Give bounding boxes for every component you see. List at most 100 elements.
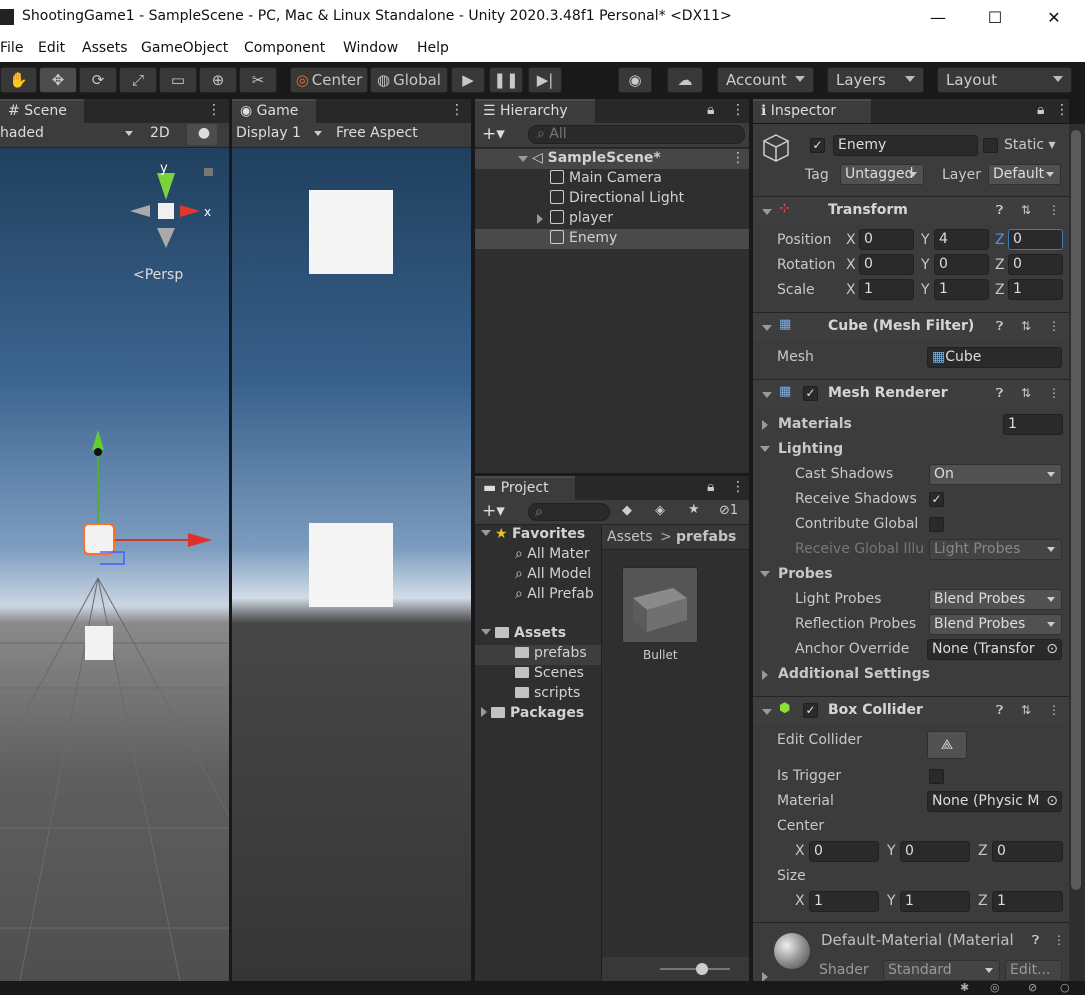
probes-label[interactable]: Probes: [778, 566, 833, 582]
static-dropdown[interactable]: Static ▾: [1004, 137, 1056, 153]
step-button[interactable]: ▶|: [528, 67, 562, 93]
breadcrumb-assets[interactable]: Assets: [607, 529, 653, 545]
box-collider-header[interactable]: ⬢ ✓ Box Collider ❓︎ ⇅ ⋮: [753, 696, 1069, 724]
enabled-checkbox[interactable]: ✓: [803, 703, 818, 718]
display-dropdown[interactable]: Display 1: [232, 124, 328, 145]
account-dropdown[interactable]: Account: [717, 67, 814, 93]
mesh-filter-header[interactable]: ▦ Cube (Mesh Filter) ❓︎ ⇅ ⋮: [753, 312, 1069, 340]
expand-triangle-icon[interactable]: [481, 629, 491, 635]
menu-edit[interactable]: Edit: [38, 40, 65, 56]
transform-header[interactable]: ⊹ Transform ❓︎ ⇅ ⋮: [753, 196, 1069, 224]
object-name-field[interactable]: Enemy: [833, 135, 978, 156]
menu-window[interactable]: Window: [343, 40, 398, 56]
menu-component[interactable]: Component: [244, 40, 325, 56]
more-options-icon[interactable]: ⋮: [1053, 933, 1065, 947]
center-y-field[interactable]: 0: [900, 841, 970, 862]
hand-tool-icon[interactable]: ✋: [0, 67, 37, 93]
more-options-icon[interactable]: ⋮: [1048, 386, 1060, 400]
zoom-slider-track[interactable]: [660, 968, 730, 970]
reflection-probes-dropdown[interactable]: Blend Probes: [929, 614, 1062, 635]
more-options-icon[interactable]: ⋮: [1048, 203, 1060, 217]
expand-triangle-icon[interactable]: [760, 446, 770, 452]
tab-scene[interactable]: # Scene: [0, 99, 84, 123]
list-item[interactable]: ⌕ All Model: [515, 566, 601, 586]
more-options-icon[interactable]: ⋮: [1048, 319, 1060, 333]
scene-gizmo-icon[interactable]: y x: [130, 161, 213, 248]
static-checkbox[interactable]: [983, 138, 998, 153]
scale-tool-icon[interactable]: ⤢: [119, 67, 157, 93]
expand-triangle-icon[interactable]: [762, 972, 768, 981]
expand-triangle-icon[interactable]: [537, 214, 543, 224]
expand-triangle-icon[interactable]: [760, 571, 770, 577]
play-button[interactable]: ▶: [451, 67, 485, 93]
rotation-y-field[interactable]: 0: [934, 254, 989, 275]
expand-triangle-icon[interactable]: [762, 420, 768, 430]
tab-hierarchy[interactable]: ☰ Hierarchy: [475, 99, 595, 123]
presets-icon[interactable]: ⇅: [1021, 203, 1031, 217]
create-add-icon[interactable]: +▾: [482, 501, 505, 521]
rotation-z-field[interactable]: 0: [1008, 254, 1063, 275]
expand-triangle-icon[interactable]: [762, 392, 772, 398]
tab-inspector[interactable]: ℹ Inspector: [753, 99, 871, 123]
close-button[interactable]: ✕: [1025, 0, 1083, 35]
more-options-icon[interactable]: ⋮: [450, 102, 464, 118]
more-options-icon[interactable]: ⋮: [1048, 703, 1060, 717]
cast-shadows-dropdown[interactable]: On: [929, 464, 1062, 485]
create-add-icon[interactable]: +▾: [482, 124, 505, 144]
collab-icon[interactable]: ◉: [618, 67, 652, 93]
layers-dropdown[interactable]: Layers: [827, 67, 924, 93]
help-icon[interactable]: ❓︎: [1032, 933, 1039, 948]
filter-type-icon[interactable]: ◆: [622, 503, 632, 518]
menu-assets[interactable]: Assets: [82, 40, 128, 56]
help-icon[interactable]: ❓︎: [996, 319, 1003, 334]
presets-icon[interactable]: ⇅: [1021, 319, 1031, 333]
hierarchy-scene-row[interactable]: ◁ SampleScene* ⋮: [475, 149, 749, 169]
tab-game[interactable]: ◉ Game: [232, 99, 316, 123]
more-options-icon[interactable]: ⋮: [207, 102, 221, 118]
layer-dropdown[interactable]: Default: [988, 164, 1061, 185]
list-item[interactable]: ⌕ All Mater: [515, 546, 601, 566]
list-item[interactable]: player: [475, 209, 749, 229]
help-icon[interactable]: ❓︎: [996, 203, 1003, 218]
list-item-selected[interactable]: Enemy: [475, 229, 749, 249]
position-x-field[interactable]: 0: [859, 229, 914, 250]
expand-triangle-icon[interactable]: [762, 325, 772, 331]
more-options-icon[interactable]: ⋮: [1055, 102, 1069, 118]
project-search-input[interactable]: ⌕: [528, 503, 610, 521]
transform-tool-icon[interactable]: ⊕: [199, 67, 237, 93]
inspector-scrollbar[interactable]: [1069, 124, 1085, 981]
expand-triangle-icon[interactable]: [518, 156, 528, 162]
materials-count-field[interactable]: 1: [1003, 414, 1063, 435]
enabled-checkbox[interactable]: ✓: [803, 386, 818, 401]
packages-row[interactable]: Packages: [481, 705, 584, 725]
lock-icon[interactable]: 🔒︎: [1037, 102, 1044, 118]
position-z-field[interactable]: 0: [1008, 229, 1063, 250]
receive-shadows-checkbox[interactable]: ✓: [929, 492, 944, 507]
expand-triangle-icon[interactable]: [481, 707, 487, 717]
lock-icon[interactable]: 🔒︎: [707, 479, 714, 495]
more-options-icon[interactable]: ⋮: [731, 102, 745, 118]
assets-row[interactable]: Assets: [481, 625, 566, 645]
list-item[interactable]: Main Camera: [475, 169, 749, 189]
active-checkbox[interactable]: ✓: [810, 138, 825, 153]
expand-triangle-icon[interactable]: [481, 530, 491, 536]
more-options-icon[interactable]: ⋮: [731, 150, 745, 166]
list-item[interactable]: scripts: [515, 685, 580, 705]
maximize-button[interactable]: ☐: [966, 0, 1024, 35]
custom-tool-icon[interactable]: ✂: [239, 67, 277, 93]
position-y-field[interactable]: 4: [934, 229, 989, 250]
materials-label[interactable]: Materials: [778, 416, 852, 432]
help-icon[interactable]: ❓︎: [996, 386, 1003, 401]
scene-view[interactable]: y x <Persp: [0, 148, 229, 981]
layout-dropdown[interactable]: Layout: [937, 67, 1072, 93]
player-cube[interactable]: [85, 626, 113, 660]
cloud-icon[interactable]: ☁: [667, 67, 703, 93]
hierarchy-search-input[interactable]: ⌕ All: [528, 125, 745, 144]
help-icon[interactable]: ❓︎: [996, 703, 1003, 718]
project-splitter[interactable]: [601, 525, 602, 981]
breadcrumb-prefabs[interactable]: prefabs: [676, 529, 736, 545]
rotate-tool-icon[interactable]: ⟳: [79, 67, 117, 93]
shader-dropdown[interactable]: Standard: [883, 960, 1000, 981]
presets-icon[interactable]: ⇅: [1021, 386, 1031, 400]
rect-tool-icon[interactable]: ▭: [159, 67, 197, 93]
